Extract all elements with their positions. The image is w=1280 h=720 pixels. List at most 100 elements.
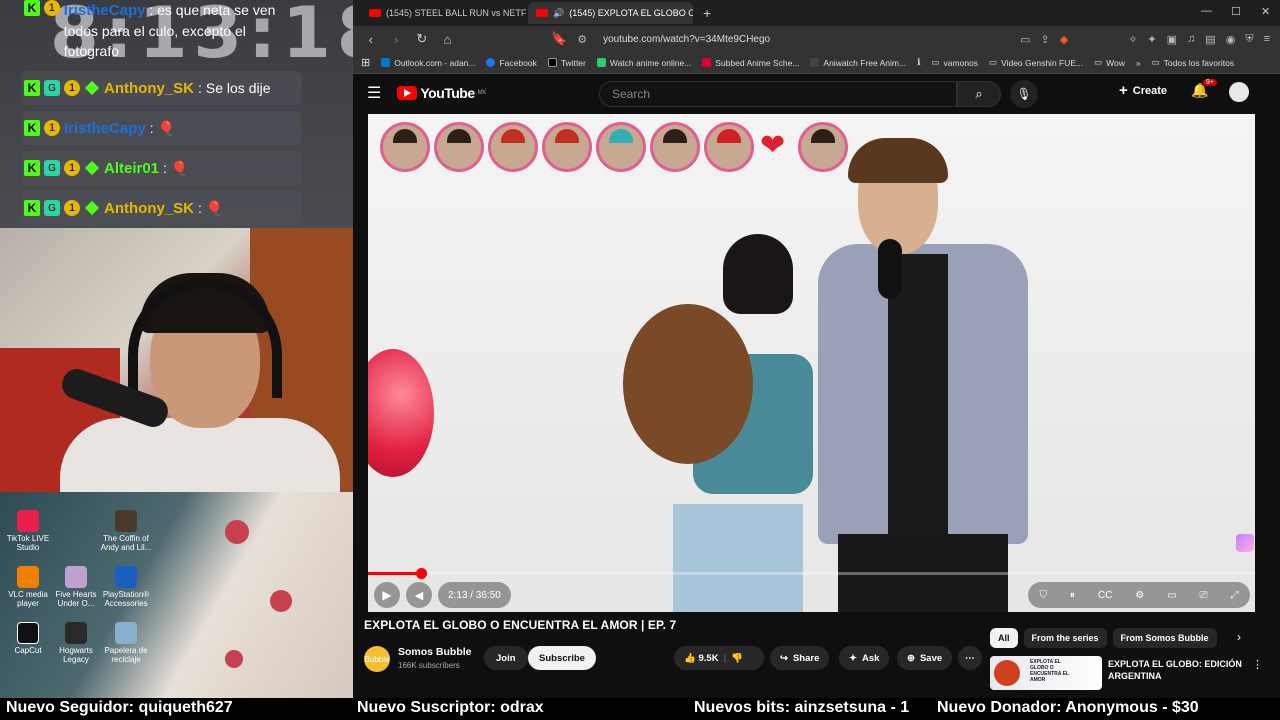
share-button[interactable]: ↪ Share <box>770 646 830 670</box>
speaker-icon[interactable]: 🔊 <box>553 8 564 19</box>
url-field[interactable]: youtube.com/watch?v=34Mte9CHego <box>603 34 770 45</box>
save-button[interactable]: ⊕ Save <box>897 646 953 670</box>
close-window-icon[interactable]: ✕ <box>1261 5 1270 18</box>
desktop-icon[interactable]: TikTok LIVE Studio <box>0 510 56 552</box>
autoplay-toggle[interactable]: ⏸ <box>1070 590 1075 601</box>
reload-icon[interactable]: ↻ <box>414 31 430 47</box>
miniplayer-shield-icon[interactable]: ⛉ <box>1039 590 1047 601</box>
create-button[interactable]: + Create <box>1119 82 1167 99</box>
browser-tab-active[interactable]: 🔊 (1545) EXPLOTA EL GLOBO O... ✕ <box>528 2 693 24</box>
thumbs-down-icon[interactable]: 👎 <box>731 653 743 664</box>
site-info-icon[interactable]: ⚙ <box>577 33 587 46</box>
progress-scrubber[interactable] <box>416 568 428 579</box>
bookmark-icon[interactable]: 🔖 <box>551 31 567 47</box>
chip-all[interactable]: All <box>990 628 1018 648</box>
subscribe-button[interactable]: Subscribe <box>528 646 596 670</box>
menu-icon[interactable]: ≡ <box>1264 33 1270 45</box>
bookmark-item[interactable]: Subbed Anime Sche... <box>702 58 799 68</box>
bookmark-item[interactable]: Facebook <box>486 58 537 68</box>
account-avatar[interactable] <box>1229 82 1249 102</box>
chat-username[interactable]: IristheCapy <box>64 2 146 19</box>
recommended-video[interactable]: EXPLOTA EL GLOBO O ENCUENTRA EL AMOR EXP… <box>990 656 1270 690</box>
chat-username[interactable]: IristheCapy <box>64 120 146 137</box>
puzzle-icon[interactable]: ✦ <box>1147 33 1156 46</box>
bookmark-item[interactable]: Twitter <box>547 58 586 68</box>
window-icon[interactable]: ▣ <box>1167 33 1177 46</box>
join-button[interactable]: Join <box>484 646 528 670</box>
more-bookmarks-icon[interactable]: » <box>1136 58 1141 68</box>
bookmark-item[interactable]: ℹ <box>917 57 920 68</box>
forward-icon[interactable]: › <box>389 32 405 47</box>
desktop-icon[interactable]: Hogwarts Legacy <box>48 622 104 664</box>
more-actions-button[interactable]: ⋯ <box>958 646 982 670</box>
chat-username[interactable]: Anthony_SK <box>104 200 194 217</box>
diamond-badge-icon <box>84 80 100 96</box>
screen-icon[interactable]: ▭ <box>1020 33 1030 46</box>
desktop-icon[interactable]: The Coffin of Andy and Lil... <box>98 510 154 552</box>
wallet-icon[interactable]: ▤ <box>1205 33 1215 46</box>
brave-icon[interactable]: ◆ <box>1060 33 1068 46</box>
bookmark-item[interactable]: Outlook.com - adan... <box>381 58 475 68</box>
search-input[interactable] <box>599 81 957 107</box>
fullscreen-icon[interactable]: ⤢ <box>1230 590 1238 601</box>
ask-button[interactable]: ✦ Ask <box>839 646 890 670</box>
recycle-bin-icon <box>115 622 137 644</box>
sparkle-icon: ✦ <box>849 652 857 664</box>
chat-username[interactable]: Alteir01 <box>104 160 159 177</box>
desktop-icon[interactable]: Papelera de reciclaje <box>98 622 154 664</box>
coin-badge-icon: 1 <box>64 200 80 216</box>
chip-from-channel[interactable]: From Somos Bubble <box>1112 628 1217 648</box>
youtube-logo[interactable]: YouTube MX <box>397 85 486 101</box>
miniplayer-icon[interactable]: ▭ <box>1167 590 1176 601</box>
music-icon[interactable]: ♫ <box>1187 33 1195 45</box>
video-thumbnail[interactable]: EXPLOTA EL GLOBO O ENCUENTRA EL AMOR <box>990 656 1102 690</box>
volume-button[interactable]: ◀ <box>406 582 432 608</box>
cast-icon[interactable]: ⎚ <box>1200 590 1208 601</box>
progress-bar[interactable] <box>368 572 1255 575</box>
new-donor-alert: Nuevo Donador: Anonymous - $30 <box>937 699 1199 716</box>
more-icon[interactable]: ⋮ <box>1252 658 1263 671</box>
bookmark-item[interactable]: Watch anime online... <box>596 58 691 68</box>
video-player[interactable]: ❤ ▶ ◀ 2:13 / 36:50 ⛉ ⏸ CC ⚙ ▭ ⎚ ⤢ <box>368 114 1255 612</box>
contestant-avatar <box>380 122 430 172</box>
home-icon[interactable]: ⌂ <box>440 32 456 47</box>
bookmark-folder[interactable]: ▭ Video Genshin FUE... <box>989 57 1083 68</box>
settings-icon[interactable]: ⚙ <box>1135 590 1144 601</box>
thumbs-up-icon: 👍 <box>684 652 696 664</box>
play-button[interactable]: ▶ <box>374 582 400 608</box>
share-page-icon[interactable]: ⇪ <box>1041 33 1050 46</box>
search-icon: ⌕ <box>975 86 983 101</box>
browser-window: (1545) STEEL BALL RUN vs NETFLIX ... 🔊 (… <box>353 0 1280 698</box>
minimize-icon[interactable]: — <box>1201 5 1212 17</box>
chip-from-series[interactable]: From the series <box>1023 628 1107 648</box>
bookmark-folder[interactable]: ▭ vamonos <box>932 57 979 68</box>
maximize-icon[interactable]: ☐ <box>1231 5 1241 18</box>
search-button[interactable]: ⌕ <box>957 81 1001 107</box>
coin-badge-icon: 1 <box>64 80 80 96</box>
bookmark-folder[interactable]: ▭ Wow <box>1094 57 1125 68</box>
browser-tab[interactable]: (1545) STEEL BALL RUN vs NETFLIX ... <box>361 2 526 24</box>
chevron-right-icon[interactable]: › <box>1237 630 1241 644</box>
new-tab-button[interactable]: + <box>703 5 711 21</box>
desktop-icon[interactable]: PlayStation® Accessories <box>98 566 154 608</box>
like-button[interactable]: 👍 9.5K <box>684 653 719 664</box>
vpn-icon[interactable]: ⛨ <box>1245 33 1253 46</box>
back-icon[interactable]: ‹ <box>363 32 379 47</box>
voice-search-button[interactable]: 🎙 <box>1010 80 1038 108</box>
video-person <box>623 234 813 612</box>
youtube-play-icon <box>397 86 418 100</box>
hamburger-menu-icon[interactable]: ☰ <box>367 83 381 103</box>
bookmark-item[interactable]: Aniwatch Free Anim... <box>810 58 906 68</box>
extensions-icon[interactable]: ✧ <box>1128 33 1137 46</box>
apps-icon[interactable]: ⊞ <box>361 56 370 69</box>
channel-avatar[interactable]: Bubble <box>364 646 390 672</box>
kick-badge-icon: K <box>24 80 40 96</box>
chat-username[interactable]: Anthony_SK <box>104 80 194 97</box>
bookmark-folder[interactable]: ▭ Todos los favoritos <box>1152 57 1234 68</box>
recommended-title[interactable]: EXPLOTA EL GLOBO: EDICIÓN ARGENTINA <box>1108 658 1243 682</box>
youtube-icon <box>369 9 381 17</box>
profile-icon[interactable]: ◉ <box>1226 33 1236 46</box>
desktop-icon[interactable]: Five Hearts Under O... <box>48 566 104 608</box>
captions-icon[interactable]: CC <box>1098 590 1112 601</box>
channel-name[interactable]: Somos Bubble <box>398 646 472 658</box>
